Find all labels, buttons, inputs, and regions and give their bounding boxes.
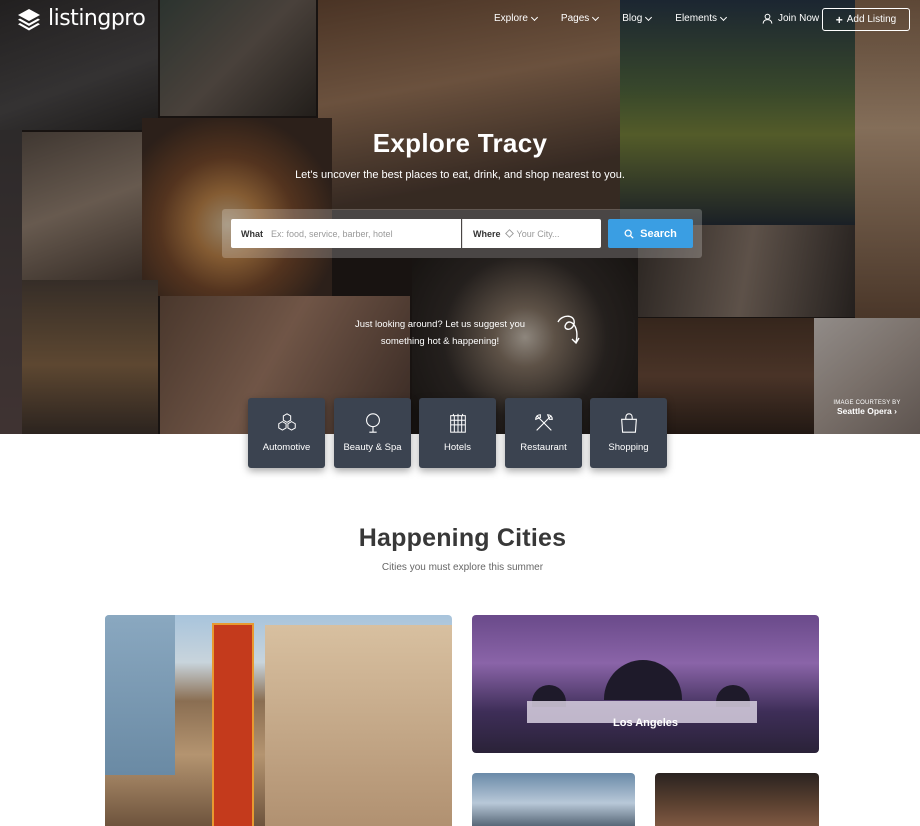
where-placeholder: Your City... xyxy=(516,228,560,239)
nav-item-label: Blog xyxy=(622,13,643,24)
category-hotels[interactable]: Hotels xyxy=(419,398,496,468)
category-beauty-spa[interactable]: Beauty & Spa xyxy=(334,398,411,468)
search-button[interactable]: Search xyxy=(608,219,693,248)
chevron-down-icon xyxy=(719,13,728,21)
search-icon xyxy=(624,229,634,239)
chevron-down-icon xyxy=(645,13,653,21)
theater-sign xyxy=(212,623,254,826)
add-listing-label: Add Listing xyxy=(846,14,897,25)
add-listing-button[interactable]: + Add Listing xyxy=(822,8,910,31)
what-placeholder: Ex: food, service, barber, hotel xyxy=(271,228,393,239)
category-restaurant[interactable]: Restaurant xyxy=(505,398,582,468)
layers-logo-icon xyxy=(18,8,40,30)
observatory-dome xyxy=(604,660,682,700)
suggestion-text: Just looking around? Let us suggest you … xyxy=(340,316,540,350)
nav-item-blog[interactable]: Blog xyxy=(622,13,653,24)
credit-source-name: Seattle Opera xyxy=(836,406,892,416)
category-automotive[interactable]: Automotive xyxy=(248,398,325,468)
what-label: What xyxy=(241,228,263,239)
city-card-chicago[interactable] xyxy=(105,615,452,826)
shopping-bag-icon xyxy=(620,413,637,433)
category-label: Automotive xyxy=(262,442,311,453)
credit-source: Seattle Opera › xyxy=(820,406,914,416)
where-label: Where xyxy=(473,228,501,239)
section-title: Happening Cities xyxy=(358,524,567,552)
top-nav: listingpro Explore Pages Blog Elements J… xyxy=(0,0,920,40)
suggestion-line: Just looking around? Let us suggest you xyxy=(354,319,526,330)
category-label: Restaurant xyxy=(520,442,567,453)
category-label: Beauty & Spa xyxy=(343,442,402,453)
city-card-street[interactable] xyxy=(655,773,819,826)
fork-knife-icon xyxy=(534,414,553,431)
search-button-label: Search xyxy=(640,227,677,240)
user-icon xyxy=(762,13,773,24)
chevron-down-icon xyxy=(592,13,600,21)
location-crosshair-icon xyxy=(504,229,514,238)
hero-title: Explore Tracy xyxy=(372,128,548,158)
category-shopping[interactable]: Shopping xyxy=(590,398,667,468)
swirl-arrow-icon xyxy=(557,315,580,345)
chevron-right-icon: › xyxy=(894,406,898,416)
brand-logo[interactable]: listingpro xyxy=(16,6,146,31)
category-label: Hotels xyxy=(444,442,471,453)
nav-item-label: Elements xyxy=(675,13,717,24)
suggestion-line: something hot & happening! xyxy=(380,336,500,347)
building-facade xyxy=(265,625,452,826)
what-search-input[interactable]: What Ex: food, service, barber, hotel xyxy=(231,219,461,248)
image-credit[interactable]: IMAGE COURTESY BY Seattle Opera › xyxy=(820,400,914,416)
where-location-input[interactable]: Where Your City... xyxy=(462,219,601,248)
city-card-skyline[interactable] xyxy=(472,773,635,826)
nav-menu: Explore Pages Blog Elements xyxy=(494,13,750,24)
hexagons-icon xyxy=(277,413,296,431)
nav-item-label: Explore xyxy=(494,13,528,24)
building-tower xyxy=(105,615,175,775)
building-icon xyxy=(449,413,466,433)
nav-item-elements[interactable]: Elements xyxy=(675,13,728,24)
section-subtitle: Cities you must explore this summer xyxy=(381,562,544,573)
city-name: Los Angeles xyxy=(613,717,678,729)
city-card-los-angeles[interactable]: Los Angeles xyxy=(472,615,819,753)
nav-item-pages[interactable]: Pages xyxy=(560,13,600,24)
mirror-icon xyxy=(365,413,380,433)
brand-name: listingpro xyxy=(48,6,146,31)
chevron-down-icon xyxy=(530,13,538,21)
nav-item-explore[interactable]: Explore xyxy=(494,13,538,24)
join-now-link[interactable]: Join Now xyxy=(762,13,819,24)
plus-icon: + xyxy=(835,12,843,27)
category-label: Shopping xyxy=(608,442,649,453)
hero-subtitle: Let's uncover the best places to eat, dr… xyxy=(295,169,625,181)
join-now-label: Join Now xyxy=(778,13,820,24)
nav-item-label: Pages xyxy=(560,13,590,24)
